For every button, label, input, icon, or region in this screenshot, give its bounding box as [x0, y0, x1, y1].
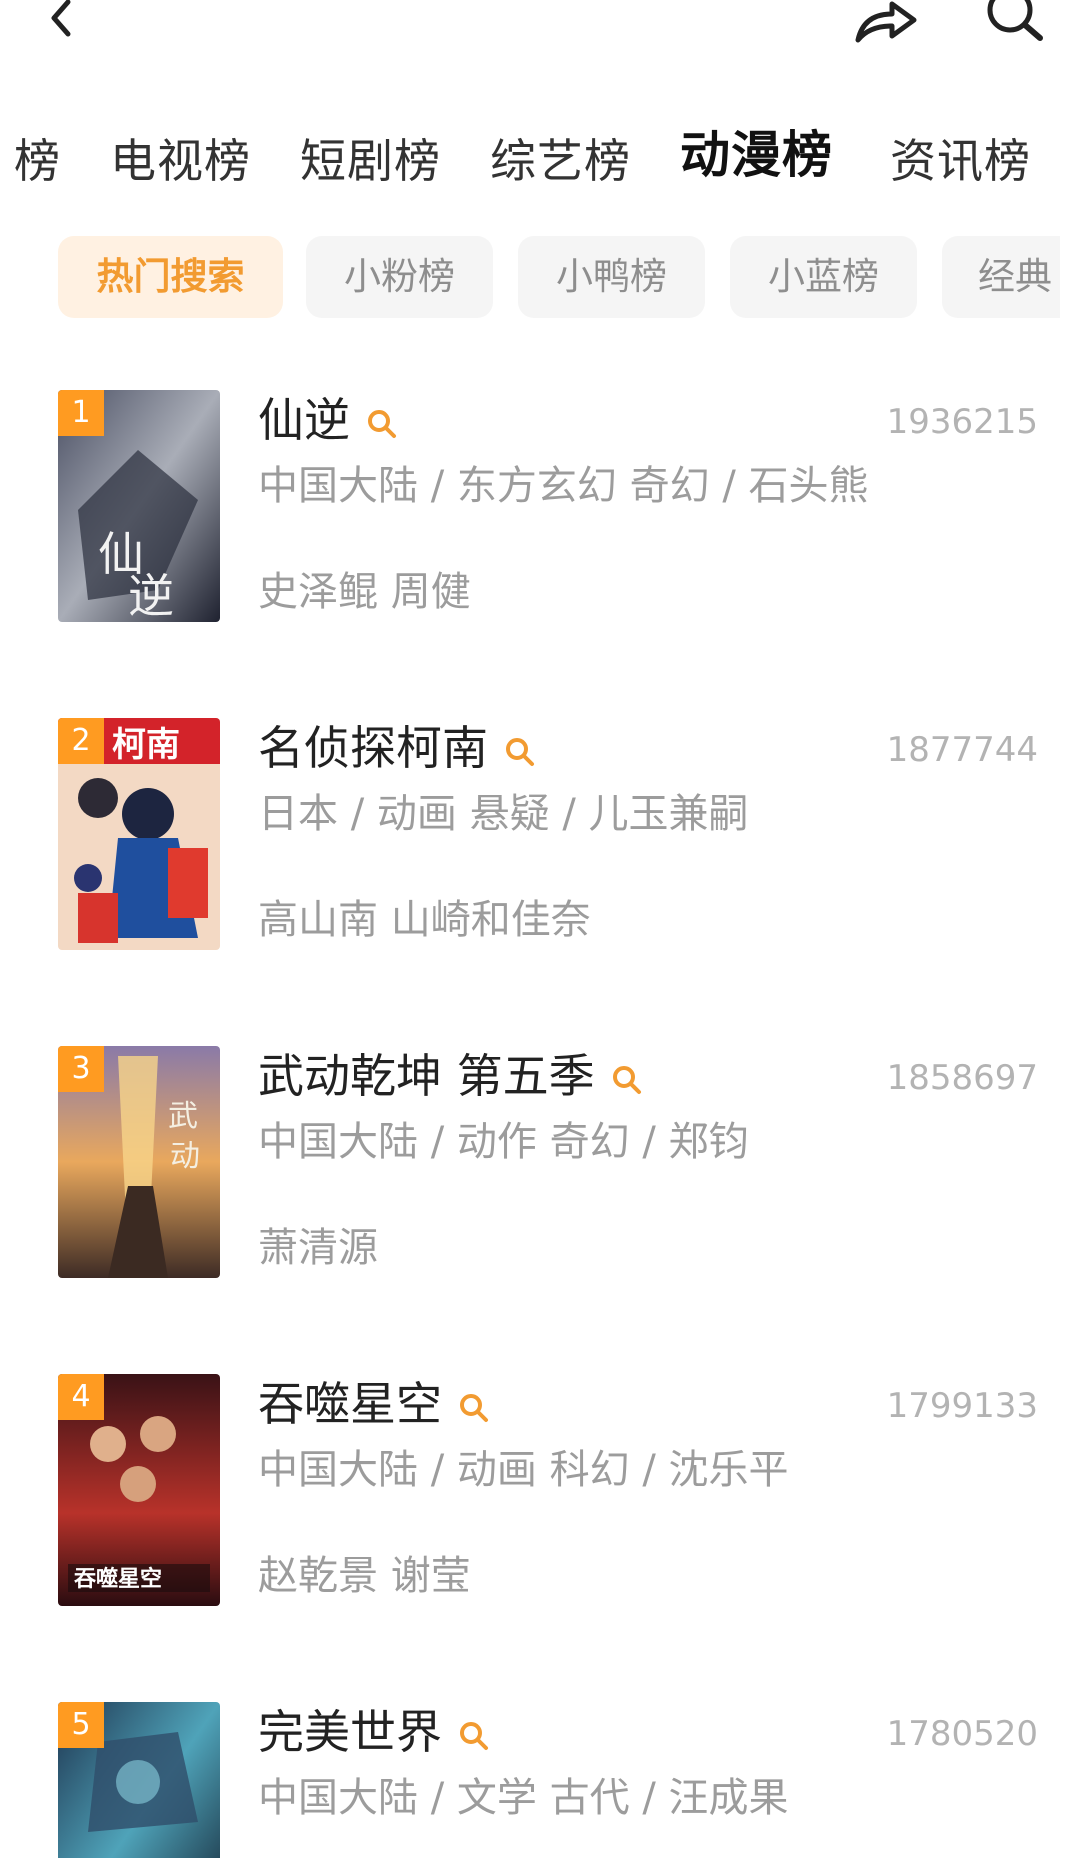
item-title[interactable]: 完美世界 [258, 1702, 490, 1762]
item-title[interactable]: 名侦探柯南 [258, 718, 536, 778]
svg-text:吞噬星空: 吞噬星空 [74, 1566, 162, 1592]
tab-partial[interactable]: 榜 [14, 128, 61, 194]
poster-image[interactable]: 5 [58, 1702, 220, 1858]
item-title[interactable]: 仙逆 [258, 390, 398, 450]
list-item[interactable]: 柯南 2 名侦探柯南 1877744 日本 / 动画 悬疑 / 儿玉兼嗣 高山南… [0, 718, 1080, 958]
svg-text:逆: 逆 [128, 569, 174, 622]
top-bar [0, 0, 1080, 60]
search-small-icon[interactable] [458, 1720, 490, 1752]
chip-hot-search[interactable]: 热门搜索 [58, 236, 283, 318]
item-cast: 高山南 山崎和佳奈 [258, 897, 591, 943]
poster-image[interactable]: 柯南 2 [58, 718, 220, 950]
share-icon[interactable] [852, 0, 920, 46]
title-text: 吞噬星空 [258, 1377, 442, 1431]
tab-anime[interactable]: 动漫榜 [680, 128, 833, 188]
list-item[interactable]: 仙 逆 1 仙逆 1936215 中国大陆 / 东方玄幻 奇幻 / 石头熊 史泽… [0, 390, 1080, 630]
filter-chips: 热门搜索 小粉榜 小鸭榜 小蓝榜 经典 [0, 236, 1060, 320]
title-text: 名侦探柯南 [258, 721, 488, 775]
tab-news[interactable]: 资讯榜 [890, 128, 1031, 194]
category-tabs: 榜 电视榜 短剧榜 综艺榜 动漫榜 资讯榜 [0, 128, 1080, 198]
item-title[interactable]: 武动乾坤 第五季 [258, 1046, 643, 1106]
search-icon[interactable] [984, 0, 1046, 46]
rank-badge: 1 [58, 390, 104, 436]
poster-image[interactable]: 吞噬星空 4 [58, 1374, 220, 1606]
rank-badge: 4 [58, 1374, 104, 1420]
item-meta: 日本 / 动画 悬疑 / 儿玉兼嗣 [258, 791, 749, 837]
tab-short-drama[interactable]: 短剧榜 [300, 128, 441, 194]
chip-xiaofen[interactable]: 小粉榜 [306, 236, 493, 318]
svg-text:武: 武 [168, 1099, 198, 1134]
poster-image[interactable]: 武 动 3 [58, 1046, 220, 1278]
title-text: 仙逆 [258, 393, 350, 447]
search-small-icon[interactable] [366, 408, 398, 440]
item-cast: 萧清源 [258, 1225, 378, 1271]
search-small-icon[interactable] [458, 1392, 490, 1424]
item-cast: 赵乾景 谢莹 [258, 1553, 471, 1599]
search-count: 1936215 [886, 402, 1038, 442]
chip-xiaoya[interactable]: 小鸭榜 [518, 236, 705, 318]
search-count: 1877744 [886, 730, 1038, 770]
title-text: 武动乾坤 第五季 [258, 1049, 595, 1103]
search-count: 1858697 [886, 1058, 1038, 1098]
list-item[interactable]: 吞噬星空 4 吞噬星空 1799133 中国大陆 / 动画 科幻 / 沈乐平 赵… [0, 1374, 1080, 1614]
item-meta: 中国大陆 / 文学 古代 / 汪成果 [258, 1775, 789, 1821]
tab-tv[interactable]: 电视榜 [110, 128, 251, 194]
poster-image[interactable]: 仙 逆 1 [58, 390, 220, 622]
rank-badge: 3 [58, 1046, 104, 1092]
list-item[interactable]: 武 动 3 武动乾坤 第五季 1858697 中国大陆 / 动作 奇幻 / 郑钧… [0, 1046, 1080, 1286]
tab-variety[interactable]: 综艺榜 [490, 128, 631, 194]
search-count: 1799133 [886, 1386, 1038, 1426]
title-text: 完美世界 [258, 1705, 442, 1759]
item-cast: 史泽鲲 周健 [258, 569, 471, 615]
item-meta: 中国大陆 / 动画 科幻 / 沈乐平 [258, 1447, 789, 1493]
svg-text:动: 动 [170, 1139, 200, 1174]
back-icon[interactable] [40, 0, 80, 44]
chip-xiaolan[interactable]: 小蓝榜 [730, 236, 917, 318]
svg-text:柯南: 柯南 [112, 725, 180, 765]
search-count: 1780520 [886, 1714, 1038, 1754]
item-title[interactable]: 吞噬星空 [258, 1374, 490, 1434]
rank-badge: 5 [58, 1702, 104, 1748]
item-meta: 中国大陆 / 东方玄幻 奇幻 / 石头熊 [258, 463, 869, 509]
rank-badge: 2 [58, 718, 104, 764]
item-meta: 中国大陆 / 动作 奇幻 / 郑钧 [258, 1119, 749, 1165]
list-item[interactable]: 5 完美世界 1780520 中国大陆 / 文学 古代 / 汪成果 [0, 1702, 1080, 1858]
search-small-icon[interactable] [504, 736, 536, 768]
search-small-icon[interactable] [611, 1064, 643, 1096]
chip-classic[interactable]: 经典 [942, 236, 1060, 318]
